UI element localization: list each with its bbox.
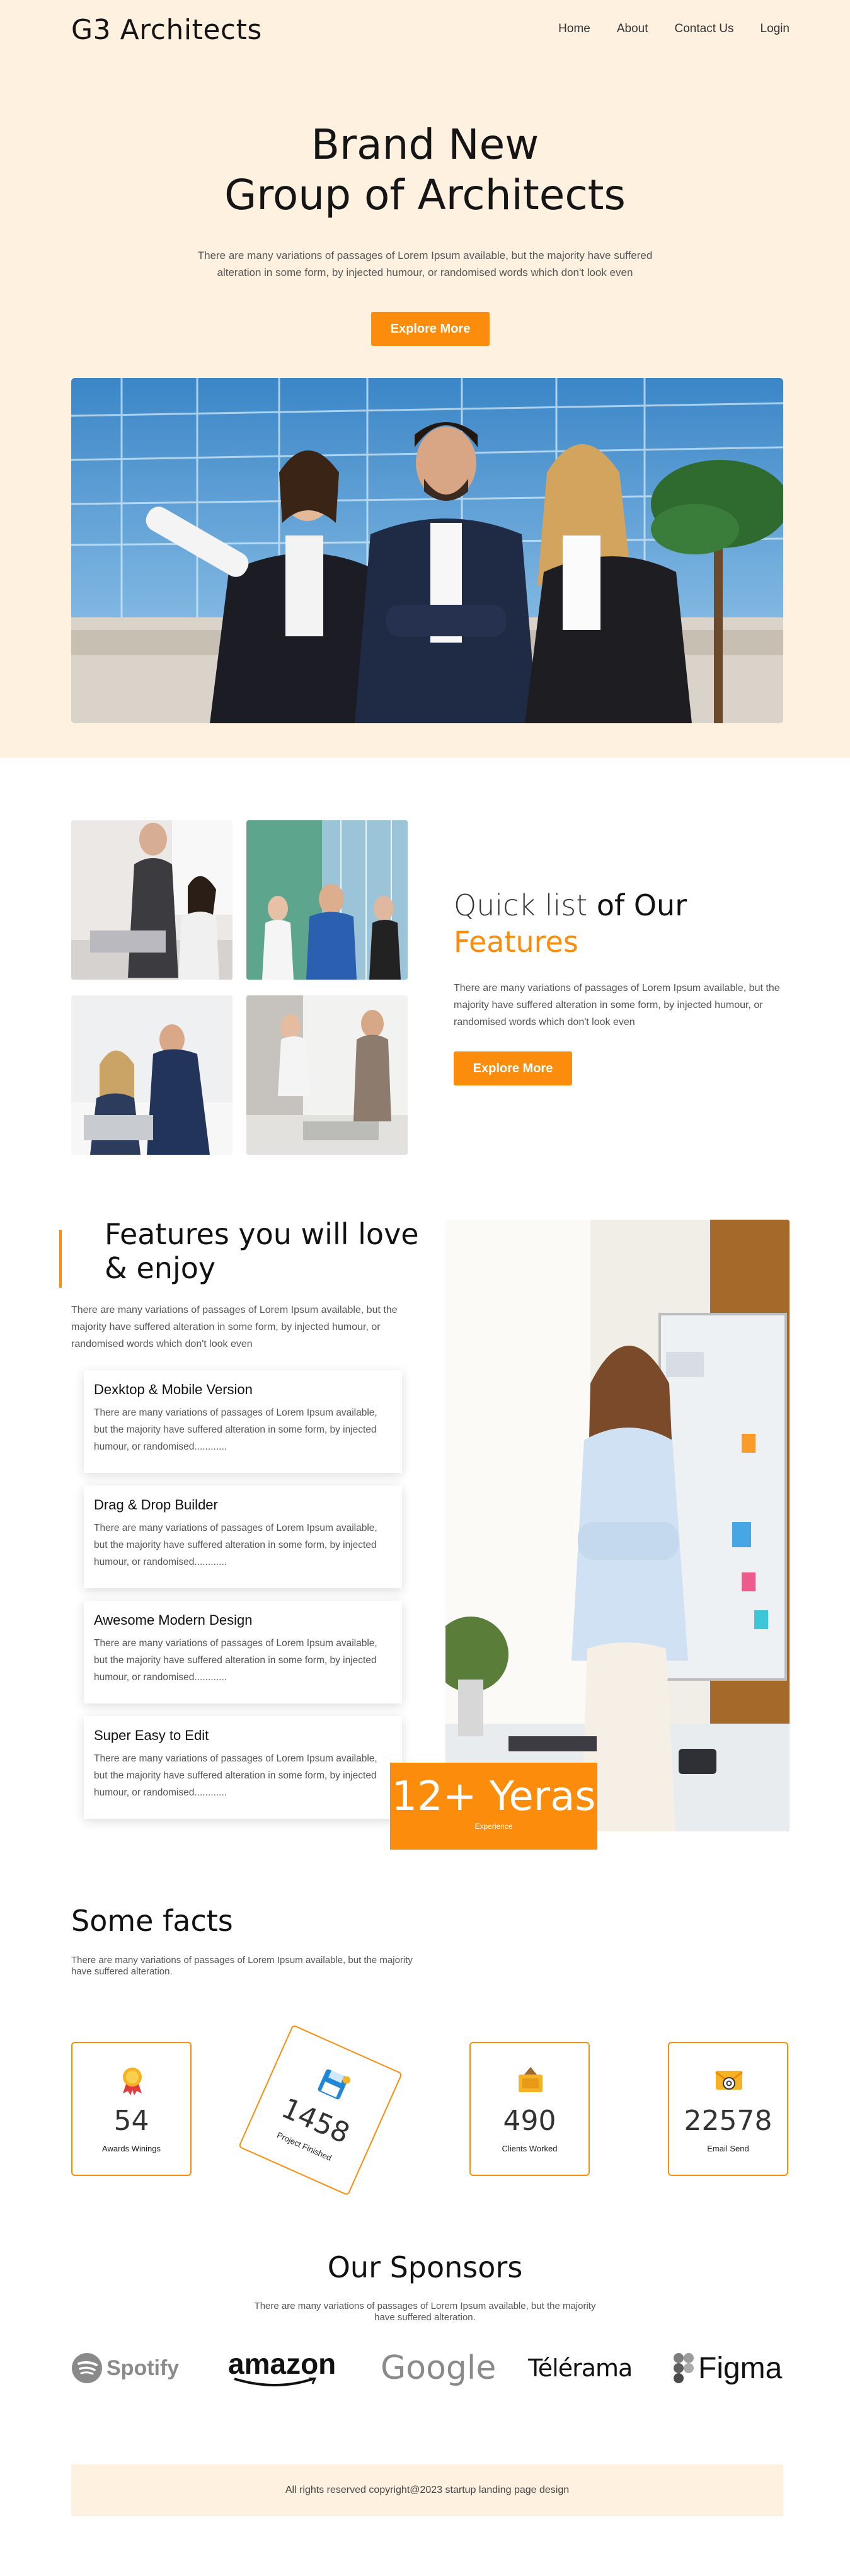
hero-section: G3 Architects Home About Contact Us Logi… xyxy=(0,0,850,758)
feature-card-title: Drag & Drop Builder xyxy=(94,1497,218,1513)
features-accent-bar xyxy=(59,1230,62,1288)
fact-card: 490 Clients Worked xyxy=(469,2042,590,2176)
facts-subtitle: There are many variations of passages of… xyxy=(71,1955,413,1977)
hero-title: Brand New Group of Architects xyxy=(0,120,850,220)
feature-card-text: There are many variations of passages of… xyxy=(94,1753,377,1798)
feature-card-text: There are many variations of passages of… xyxy=(94,1523,377,1567)
footer-copyright: All rights reserved copyright@2023 start… xyxy=(285,2485,570,2495)
fact-number: 22578 xyxy=(684,2105,772,2137)
feature-card[interactable]: Awesome Modern Design There are many var… xyxy=(84,1601,402,1703)
nav-home[interactable]: Home xyxy=(558,22,590,36)
feature-card-text: There are many variations of passages of… xyxy=(94,1407,377,1452)
floppy-disk-icon xyxy=(318,2069,351,2100)
fact-card: 1458 Project Finished xyxy=(238,2024,403,2196)
fact-number: 490 xyxy=(503,2105,556,2137)
feature-card-title: Dexktop & Mobile Version xyxy=(94,1382,253,1397)
figma-icon xyxy=(674,2353,694,2383)
feature-card[interactable]: Drag & Drop Builder There are many varia… xyxy=(84,1485,402,1588)
business-team-photo xyxy=(246,820,408,980)
hero-explore-button[interactable]: Explore More xyxy=(371,312,490,346)
site-logo[interactable]: G3 Architects xyxy=(71,14,262,46)
figma-wordmark: Figma xyxy=(698,2351,783,2385)
nav-login[interactable]: Login xyxy=(761,22,790,36)
hero-team-photo xyxy=(71,378,783,723)
telerama-logo[interactable]: Télérama xyxy=(528,2350,633,2386)
feature-card-text: There are many variations of passages of… xyxy=(94,1638,377,1683)
sign-box-icon xyxy=(519,2067,543,2092)
fact-label: Email Send xyxy=(707,2144,749,2153)
sponsors-title: Our Sponsors xyxy=(327,2250,523,2284)
nav-contact[interactable]: Contact Us xyxy=(675,22,734,36)
features-subtitle: There are many variations of passages of… xyxy=(71,1305,398,1349)
sponsors-subtitle: There are many variations of passages of… xyxy=(254,2301,596,2323)
amazon-wordmark: amazon xyxy=(228,2347,336,2380)
quick-list-title-dark: of Our xyxy=(587,888,687,922)
figma-logo[interactable]: Figma xyxy=(673,2350,782,2386)
footer: All rights reserved copyright@2023 start… xyxy=(71,2464,783,2516)
google-wordmark: Google xyxy=(381,2349,497,2387)
spotify-wordmark: Spotify xyxy=(106,2356,180,2380)
feature-card-title: Awesome Modern Design xyxy=(94,1612,253,1628)
architect-woman-photo xyxy=(445,1220,790,1831)
handshake-photo xyxy=(246,995,408,1155)
hero-subtitle: There are many variations of passages of… xyxy=(197,249,653,278)
laptop-meeting-photo xyxy=(71,995,233,1155)
main-nav: Home About Contact Us Login xyxy=(558,22,790,36)
fact-label: Awards Winings xyxy=(102,2144,161,2153)
experience-number: 12+ Yeras xyxy=(391,1773,596,1820)
features-title-line2: & enjoy xyxy=(105,1251,216,1285)
google-logo[interactable]: Google xyxy=(381,2349,497,2387)
fact-number: 54 xyxy=(113,2105,149,2137)
hero-title-line2: Group of Architects xyxy=(224,171,626,219)
nav-about[interactable]: About xyxy=(617,22,648,36)
quick-list-title-orange: Features xyxy=(454,925,578,959)
feature-card[interactable]: Dexktop & Mobile Version There are many … xyxy=(84,1370,402,1473)
experience-badge: 12+ Yeras Experience xyxy=(390,1763,597,1850)
hero-title-line1: Brand New xyxy=(311,120,539,169)
fact-label: Clients Worked xyxy=(502,2144,558,2153)
quick-list-subtitle: There are many variations of passages of… xyxy=(454,983,780,1028)
award-ribbon-icon xyxy=(123,2068,142,2095)
feature-card-title: Super Easy to Edit xyxy=(94,1727,209,1743)
quick-list-title-light: Quick list xyxy=(454,888,588,922)
features-title-line1: Features you will love xyxy=(105,1217,419,1251)
meeting-photo-1 xyxy=(71,820,233,980)
fact-card: 54 Awards Winings xyxy=(71,2042,192,2176)
features-title: Features you will love & enjoy xyxy=(105,1217,419,1285)
fact-card: 22578 Email Send xyxy=(668,2042,788,2176)
email-at-icon xyxy=(715,2071,743,2090)
quick-list-explore-button[interactable]: Explore More xyxy=(454,1051,572,1085)
telerama-wordmark: Télérama xyxy=(528,2354,633,2382)
spotify-icon xyxy=(72,2353,102,2383)
amazon-smile-icon xyxy=(234,2378,317,2386)
experience-label: Experience xyxy=(474,1822,513,1831)
feature-card[interactable]: Super Easy to Edit There are many variat… xyxy=(84,1716,402,1819)
facts-title: Some facts xyxy=(71,1904,233,1938)
quick-list-title: Quick list of Our Features xyxy=(454,887,687,960)
amazon-logo[interactable]: amazon xyxy=(228,2347,336,2386)
spotify-logo[interactable]: Spotify xyxy=(71,2350,179,2386)
